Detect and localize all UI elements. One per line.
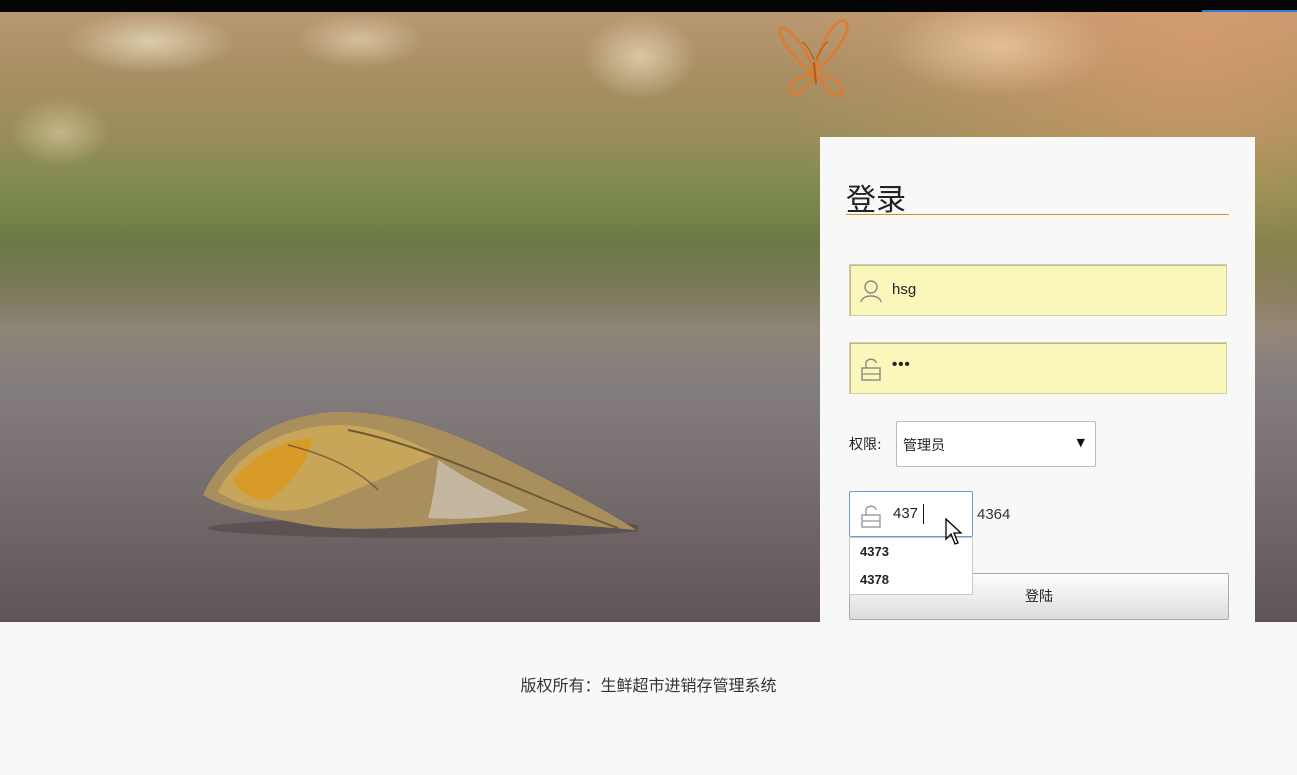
- captcha-code[interactable]: 4364: [977, 506, 1010, 523]
- lock-icon: [861, 505, 881, 528]
- password-field[interactable]: •••: [849, 342, 1227, 394]
- username-value: hsg: [892, 281, 917, 298]
- captcha-value: 437: [893, 505, 919, 522]
- user-icon: [860, 280, 882, 303]
- top-bar: [0, 0, 1297, 14]
- permission-select[interactable]: 管理员 ▼: [896, 421, 1096, 467]
- username-field[interactable]: hsg: [849, 264, 1227, 316]
- autocomplete-option[interactable]: 4373: [860, 544, 889, 559]
- password-value: •••: [892, 356, 911, 373]
- copyright-footer: 版权所有：生鲜超市进销存管理系统: [520, 676, 777, 695]
- text-caret: [923, 504, 924, 524]
- lock-icon: [861, 358, 881, 381]
- title-underline: [846, 214, 1229, 215]
- mouse-cursor-icon: [945, 517, 963, 545]
- butterfly-logo: [778, 19, 849, 97]
- triangle-down-icon: ▼: [1076, 436, 1085, 449]
- permission-selected-value: 管理员: [903, 438, 945, 454]
- login-title: 登录: [846, 183, 906, 218]
- autocomplete-option[interactable]: 4378: [860, 572, 889, 587]
- permission-label: 权限:: [849, 437, 882, 453]
- leaf-image: [203, 411, 638, 538]
